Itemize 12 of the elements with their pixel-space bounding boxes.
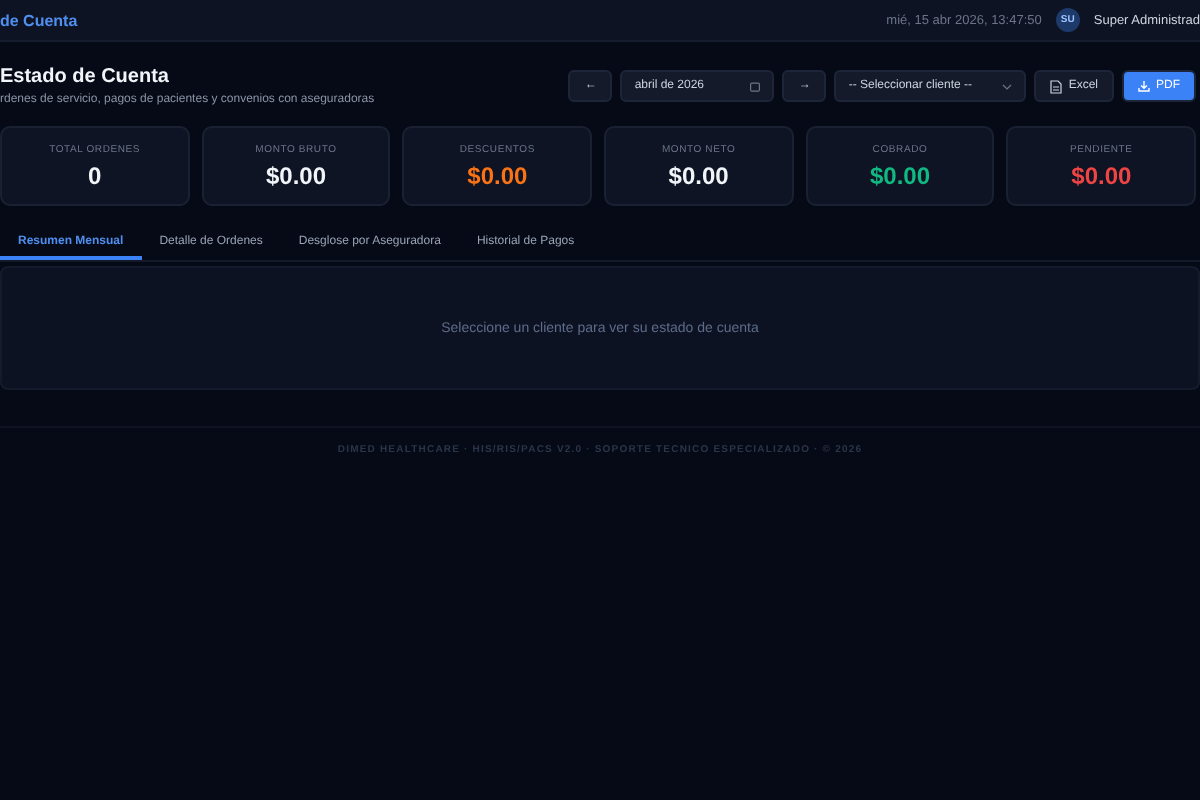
page-heading: Estado de Cuenta — [0, 66, 171, 88]
download-icon — [1138, 80, 1150, 92]
stat-value: 0 — [87, 161, 102, 189]
document-icon — [1050, 79, 1063, 93]
stat-value: $0.00 — [668, 161, 729, 189]
stat-value: $0.00 — [265, 161, 326, 189]
stat-value: $0.00 — [1071, 161, 1132, 189]
stat-value: $0.00 — [467, 161, 528, 189]
page-title: de Cuenta — [0, 11, 78, 29]
calendar-icon — [750, 81, 761, 91]
chevron-down-icon — [1002, 83, 1013, 89]
stat-value: $0.00 — [869, 161, 930, 189]
